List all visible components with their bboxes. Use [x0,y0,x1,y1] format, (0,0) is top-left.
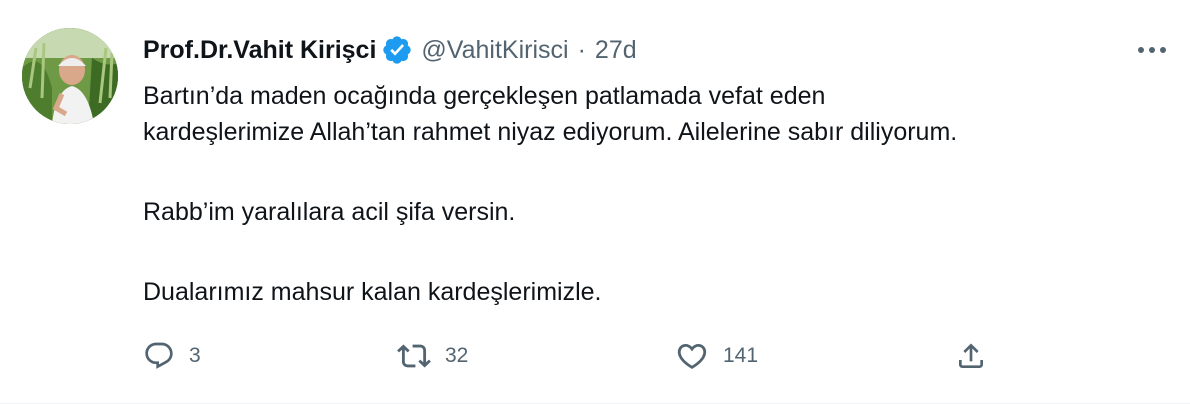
reply-icon [145,342,173,369]
tweet-timestamp[interactable]: 27d [595,36,637,65]
author-handle[interactable]: @VahitKirisci [421,36,568,65]
share-icon [959,343,983,368]
avatar-photo [22,28,118,124]
tweet-actions: 3 32 141 [143,336,1003,376]
retweet-count: 32 [445,344,469,367]
tweet-text: Bartın’da maden ocağında gerçekleşen pat… [143,78,1143,310]
tweet-text-line: Rabb’im yaralılara acil şifa versin. [143,198,516,226]
retweet-icon [397,344,431,368]
verified-badge-icon [381,34,413,66]
heart-icon [677,343,707,369]
tweet-text-line: Dualarımız mahsur kalan kardeşlerimizle. [143,278,602,306]
like-count: 141 [723,344,759,367]
author-display-name[interactable]: Prof.Dr.Vahit Kirişci [143,36,376,65]
tweet-text-line: Bartın’da maden ocağında gerçekleşen pat… [143,82,826,110]
more-icon[interactable] [1134,36,1170,64]
tweet-header: Prof.Dr.Vahit Kirişci @VahitKirisci · 27… [143,30,1150,70]
separator-dot: · [577,35,586,64]
retweet-button[interactable]: 32 [397,336,468,376]
reply-button[interactable]: 3 [143,336,201,376]
share-button[interactable] [955,336,987,376]
like-button[interactable]: 141 [675,336,758,376]
avatar[interactable] [22,28,118,124]
tweet-text-line: kardeşlerimize Allah’tan rahmet niyaz ed… [143,118,958,146]
reply-count: 3 [189,344,201,367]
tweet[interactable]: Prof.Dr.Vahit Kirişci @VahitKirisci · 27… [0,0,1190,404]
